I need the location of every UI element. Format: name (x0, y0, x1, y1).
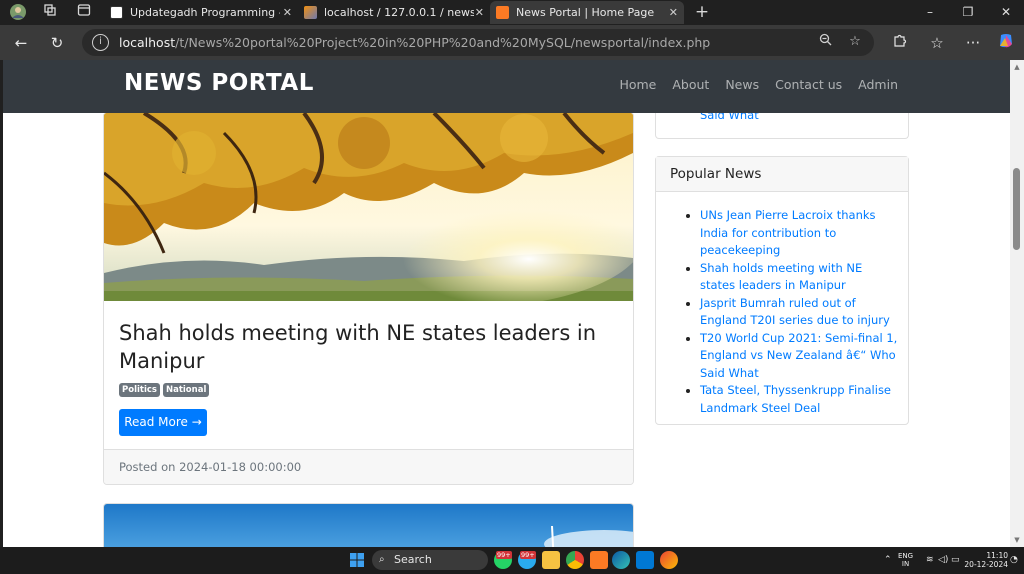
copilot-icon[interactable] (995, 32, 1017, 54)
popular-news-link[interactable]: Shah holds meeting with NE states leader… (700, 261, 862, 293)
search-label: Search (394, 553, 432, 566)
close-window-button[interactable]: ✕ (988, 0, 1024, 25)
maximize-button[interactable]: ❐ (950, 0, 986, 25)
system-clock[interactable]: 11:10 20-12-2024 (964, 551, 1008, 569)
list-item: UNs Jean Pierre Lacroix thanks India for… (700, 207, 900, 260)
edge-icon[interactable] (612, 551, 630, 569)
wifi-icon[interactable]: ≋ (926, 547, 934, 574)
clock-date: 20-12-2024 (964, 560, 1008, 569)
favorite-star-icon[interactable]: ☆ (846, 33, 864, 51)
new-tab-button[interactable]: + (692, 3, 712, 21)
workspaces-icon[interactable] (40, 3, 60, 21)
posted-on-text: Posted on 2024-01-18 00:00:00 (119, 460, 302, 474)
popular-news-link[interactable]: Jasprit Bumrah ruled out of England T20I… (700, 296, 890, 328)
windows-start-icon[interactable] (348, 551, 366, 569)
phpmyadmin-favicon-icon (304, 6, 317, 19)
nav-about[interactable]: About (664, 77, 717, 92)
next-post-image (104, 504, 633, 547)
notification-badge: 99+ (520, 551, 536, 559)
popular-news-link[interactable]: Tata Steel, Thyssenkrupp Finalise Landma… (700, 383, 891, 415)
site-info-icon[interactable]: i (92, 34, 109, 51)
notification-bell-icon[interactable]: ◔ (1010, 547, 1018, 574)
main-nav: Home About News Contact us Admin (611, 77, 906, 92)
site-navbar: NEWS PORTAL Home About News Contact us A… (3, 60, 1010, 113)
zoom-icon[interactable] (816, 33, 834, 51)
xampp-favicon-icon (496, 6, 509, 19)
clock-time: 11:10 (986, 551, 1008, 560)
popular-news-list: UNs Jean Pierre Lacroix thanks India for… (686, 207, 900, 417)
updategadh-favicon-icon (110, 6, 123, 19)
notification-badge: 99+ (496, 551, 512, 559)
browser-tab-bar: Updategadh Programming - Upd ✕ localhost… (0, 0, 1024, 25)
tab-updategadh[interactable]: Updategadh Programming - Upd ✕ (104, 1, 298, 24)
post-title[interactable]: Shah holds meeting with NE states leader… (119, 319, 619, 375)
search-icon: ⌕ (379, 554, 385, 565)
taskbar-search[interactable]: ⌕ Search (372, 550, 488, 570)
popular-news-heading: Popular News (656, 157, 908, 192)
post-card: Shah holds meeting with NE states leader… (103, 112, 634, 485)
profile-avatar-icon[interactable] (8, 3, 28, 21)
scroll-down-icon[interactable]: ▼ (1013, 536, 1021, 544)
page-scrollbar[interactable]: ▲ ▼ (1010, 60, 1024, 547)
browser-toolbar: ← ↻ i localhost/t/News%20portal%20Projec… (0, 25, 1024, 60)
windows-taskbar: ⌕ Search 99+ 99+ ⌃ ENG IN ≋ ◁) ▭ 11:10 2… (0, 547, 1024, 574)
url-host: localhost (119, 35, 176, 50)
list-item: Jasprit Bumrah ruled out of England T20I… (700, 295, 900, 330)
back-arrow-icon[interactable]: ← (10, 32, 32, 54)
nav-home[interactable]: Home (611, 77, 664, 92)
scroll-up-icon[interactable]: ▲ (1013, 63, 1021, 71)
favorites-icon[interactable]: ☆ (926, 32, 948, 54)
next-post-card (103, 503, 634, 547)
tray-chevron-icon[interactable]: ⌃ (884, 547, 892, 574)
tab-title: Updategadh Programming - Upd (130, 6, 280, 19)
address-bar[interactable]: i localhost/t/News%20portal%20Project%20… (82, 29, 874, 56)
tab-news-portal[interactable]: News Portal | Home Page ✕ (490, 1, 684, 24)
badge-national: National (162, 383, 210, 397)
extensions-icon[interactable] (888, 32, 910, 54)
read-more-button[interactable]: Read More → (119, 409, 207, 436)
post-image (104, 113, 633, 301)
language-indicator[interactable]: ENG IN (898, 552, 913, 568)
more-menu-icon[interactable]: ··· (962, 32, 984, 54)
xampp-icon[interactable] (590, 551, 608, 569)
close-tab-icon[interactable]: ✕ (283, 1, 292, 24)
popular-news-card: Popular News UNs Jean Pierre Lacroix tha… (655, 156, 909, 425)
badge-politics: Politics (119, 383, 160, 397)
battery-icon[interactable]: ▭ (951, 547, 960, 574)
volume-icon[interactable]: ◁) (938, 547, 948, 574)
language-code: ENG (898, 552, 914, 560)
chrome-canary-icon[interactable] (660, 551, 678, 569)
popular-news-link[interactable]: UNs Jean Pierre Lacroix thanks India for… (700, 208, 876, 257)
nav-contact-us[interactable]: Contact us (767, 77, 850, 92)
refresh-icon[interactable]: ↻ (46, 32, 68, 54)
nav-news[interactable]: News (717, 77, 767, 92)
page-viewport: NEWS PORTAL Home About News Contact us A… (3, 60, 1010, 547)
tab-actions-icon[interactable] (74, 3, 94, 21)
tab-title: News Portal | Home Page (516, 6, 655, 19)
url-path: /t/News%20portal%20Project%20in%20PHP%20… (175, 35, 711, 50)
chrome-icon[interactable] (566, 551, 584, 569)
nav-admin[interactable]: Admin (850, 77, 906, 92)
tab-title: localhost / 127.0.0.1 / newsportal (324, 6, 474, 19)
vscode-icon[interactable] (636, 551, 654, 569)
address-url[interactable]: localhost/t/News%20portal%20Project%20in… (119, 29, 710, 56)
post-category-badges: Politics National (119, 383, 210, 397)
list-item: Shah holds meeting with NE states leader… (700, 260, 900, 295)
list-item: T20 World Cup 2021: Semi-final 1, Englan… (700, 330, 900, 383)
file-explorer-icon[interactable] (542, 551, 560, 569)
close-tab-icon[interactable]: ✕ (475, 1, 484, 24)
minimize-button[interactable]: – (912, 0, 948, 25)
site-brand-logo[interactable]: NEWS PORTAL (124, 70, 314, 96)
close-tab-icon[interactable]: ✕ (669, 1, 678, 24)
scrollbar-thumb[interactable] (1013, 168, 1020, 250)
post-footer: Posted on 2024-01-18 00:00:00 (104, 449, 633, 484)
popular-news-link[interactable]: T20 World Cup 2021: Semi-final 1, Englan… (700, 331, 897, 380)
region-code: IN (901, 560, 910, 568)
tab-phpmyadmin[interactable]: localhost / 127.0.0.1 / newsportal ✕ (298, 1, 490, 24)
list-item: Tata Steel, Thyssenkrupp Finalise Landma… (700, 382, 900, 417)
